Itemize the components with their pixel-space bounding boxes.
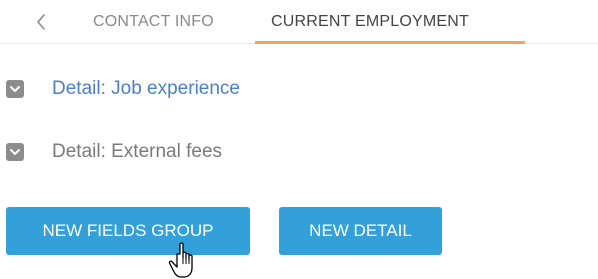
section-editor: CONTACT INFO CURRENT EMPLOYMENT Detail: …	[0, 0, 598, 279]
tab-scroll-back-button[interactable]	[30, 8, 52, 36]
expand-toggle[interactable]	[6, 143, 24, 161]
tabs-bar: CONTACT INFO CURRENT EMPLOYMENT	[0, 0, 598, 44]
chevron-down-icon	[10, 149, 20, 155]
new-detail-button[interactable]: NEW DETAIL	[279, 207, 442, 255]
tab-current-employment-label: CURRENT EMPLOYMENT	[271, 13, 469, 30]
chevron-left-icon	[37, 14, 45, 30]
tab-contact-info-label: CONTACT INFO	[93, 13, 214, 30]
detail-external-fees[interactable]: Detail: External fees	[6, 138, 222, 166]
expand-toggle[interactable]	[6, 80, 24, 98]
active-tab-indicator	[255, 41, 525, 44]
detail-job-experience[interactable]: Detail: Job experience	[6, 75, 240, 103]
chevron-down-icon	[10, 86, 20, 92]
tab-contact-info[interactable]: CONTACT INFO	[93, 0, 214, 44]
detail-external-fees-label[interactable]: Detail: External fees	[52, 141, 222, 163]
tab-current-employment[interactable]: CURRENT EMPLOYMENT	[255, 0, 487, 44]
detail-job-experience-label[interactable]: Detail: Job experience	[52, 78, 240, 100]
new-fields-group-button[interactable]: NEW FIELDS GROUP	[6, 207, 250, 255]
